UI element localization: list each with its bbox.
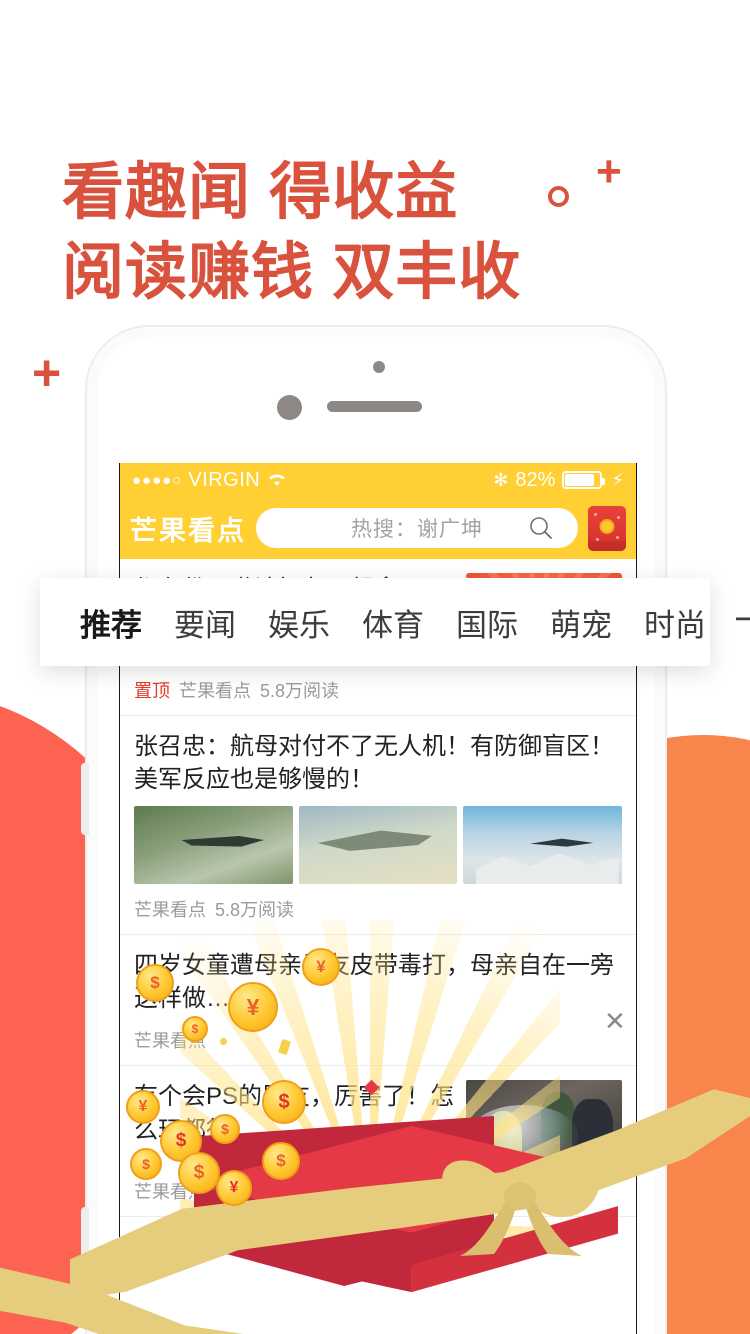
tab-sports[interactable]: 体育 [346,600,440,645]
list-item[interactable]: 有个会PS的朋友，厉害了！怎么玩都行 芒果看点 5.8万阅读 [120,1066,636,1218]
earpiece-speaker [327,401,422,412]
close-icon[interactable]: ✕ [604,1008,734,1034]
article-meta: 芒果看点 [134,1015,622,1065]
plus-deco-icon-2: + [32,345,62,401]
headline-line-1: 看趣闻 得收益 [62,158,459,228]
article-feed[interactable]: 都有份，邀请好友一起拿更多！ 等你拿 ¥ 300 300 300 [120,559,636,1334]
article-thumbnail-mountains [463,806,623,885]
article-reads: 5.8万阅读 [215,900,295,921]
article-source: 芒果看点 [179,681,251,701]
article-source: 芒果看点 [134,1182,206,1203]
search-input[interactable]: 热搜：谢广坤 [256,508,578,548]
list-item[interactable]: 张召忠：航母对付不了无人机！有防御盲区！美军反应也是够慢的！ 芒果看点 5.8万… [120,716,636,936]
background-shape-right-2 [660,900,750,1334]
article-source: 芒果看点 [134,1031,206,1052]
tab-pets[interactable]: 萌宠 [534,600,628,645]
article-meta: 芒果看点 5.8万阅读 [134,1166,622,1216]
volume-up-button[interactable] [81,763,89,835]
article-thumbnail-photo [466,1080,622,1167]
red-packet-icon[interactable] [588,505,626,551]
search-icon[interactable] [528,515,554,546]
article-reads: 5.8万阅读 [260,681,340,701]
list-item[interactable]: 四岁女童遭母亲男友皮带毒打，母亲自在一旁这样做…… 芒果看点 [120,935,636,1067]
tab-label: 时尚 [644,607,706,643]
tab-fashion[interactable]: 时尚 [628,600,722,645]
article-meta: 芒果看点 5.8万阅读 [134,884,622,934]
charging-icon: ⚡ [611,469,624,490]
carrier-label: VIRGIN [188,468,261,491]
front-camera-icon [277,395,302,420]
bluetooth-icon: ✻ [493,469,509,490]
signal-strength-icon: ●●●●○ [132,471,183,489]
app-header: 芒果看点 热搜：谢广坤 [120,497,636,559]
article-title: 有个会PS的朋友，厉害了！怎么玩都行 [134,1083,455,1144]
battery-percent-label: 82% [515,468,556,491]
tab-international[interactable]: 国际 [440,600,534,645]
tab-entertainment[interactable]: 娱乐 [252,600,346,645]
tab-headlines[interactable]: 要闻 [158,600,252,645]
tab-label: 娱乐 [268,607,330,643]
article-thumbnail-helicopter [134,806,293,885]
headline-line-2: 阅读赚钱 双丰收 [62,237,522,307]
poster-canvas: 看趣闻 得收益 阅读赚钱 双丰收 + + ●●●●○ VIRGIN ✻ 82% … [0,0,750,1334]
article-title: 张召忠：航母对付不了无人机！有防御盲区！美军反应也是够慢的！ [134,733,614,794]
photo-subject-left [484,1111,523,1165]
rear-sensor-icon [373,361,385,373]
add-channel-button[interactable]: 十 [722,604,750,640]
tab-label: 推荐 [80,607,142,643]
wifi-icon [266,472,288,488]
search-placeholder: 热搜：谢广坤 [351,518,483,541]
article-thumbnail-group [134,796,623,885]
article-title: 四岁女童遭母亲男友皮带毒打，母亲自在一旁这样做…… [134,952,614,1013]
tab-label: 国际 [456,607,518,643]
article-thumbnail-jets [298,806,458,885]
status-badge: 置顶 [134,681,170,701]
tab-label: 体育 [362,607,424,643]
tab-label: 要闻 [174,607,236,643]
circle-deco-icon [548,186,569,207]
photo-subject-mid [540,1092,576,1141]
article-reads: 5.8万阅读 [215,1182,295,1203]
plus-deco-icon-1: + [596,147,622,196]
photo-subject-right [572,1099,613,1160]
article-meta: 置顶 芒果看点 5.8万阅读 [134,665,622,715]
phone-mockup: ●●●●○ VIRGIN ✻ 82% ⚡ 芒果看点 热搜：谢广坤 置顶 芒果看点… [81,326,666,1334]
status-bar: ●●●●○ VIRGIN ✻ 82% ⚡ [120,463,636,497]
category-tab-bar[interactable]: 推荐 要闻 娱乐 体育 国际 萌宠 时尚 十 [40,578,750,666]
battery-icon [562,471,606,489]
app-title: 芒果看点 [130,515,246,546]
article-source: 芒果看点 [134,900,206,921]
volume-down-button[interactable] [81,1207,89,1267]
tab-label: 萌宠 [550,607,612,643]
tab-recommend[interactable]: 推荐 [64,600,158,645]
